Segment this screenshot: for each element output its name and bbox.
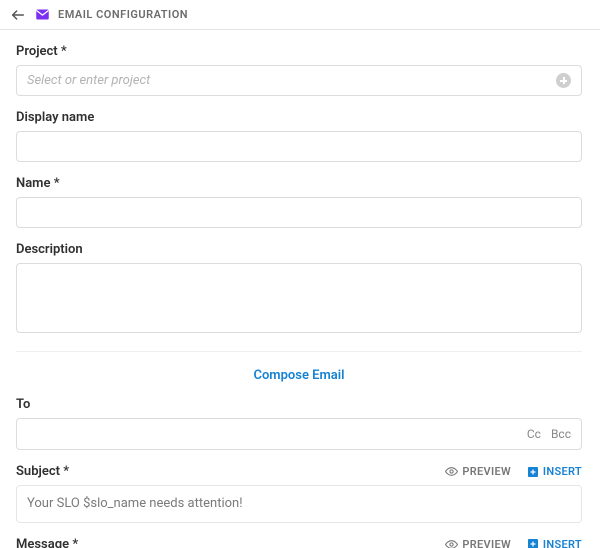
display-name-input[interactable] bbox=[16, 131, 582, 162]
name-input[interactable] bbox=[16, 197, 582, 228]
plus-circle-icon[interactable] bbox=[556, 73, 571, 88]
subject-field: Subject * PREVIEW INSERT bbox=[16, 464, 582, 523]
header-bar: EMAIL CONFIGURATION bbox=[0, 0, 600, 30]
to-field: To Cc Bcc bbox=[16, 397, 582, 450]
page-title: EMAIL CONFIGURATION bbox=[58, 8, 188, 21]
subject-insert-button[interactable]: INSERT bbox=[527, 465, 582, 478]
project-select[interactable]: Select or enter project bbox=[16, 65, 582, 96]
back-arrow-icon[interactable] bbox=[10, 7, 26, 23]
subject-preview-button[interactable]: PREVIEW bbox=[445, 465, 511, 478]
message-field: Message * PREVIEW INSERT bbox=[16, 537, 582, 548]
eye-icon bbox=[445, 538, 458, 548]
message-label: Message * bbox=[16, 537, 78, 548]
project-placeholder: Select or enter project bbox=[27, 73, 150, 88]
message-insert-button[interactable]: INSERT bbox=[527, 538, 582, 548]
plus-square-icon bbox=[527, 538, 539, 548]
display-name-field: Display name bbox=[16, 110, 582, 162]
description-label: Description bbox=[16, 242, 582, 257]
eye-icon bbox=[445, 465, 458, 478]
bcc-link[interactable]: Bcc bbox=[551, 427, 571, 441]
name-field: Name * bbox=[16, 176, 582, 228]
email-envelope-icon bbox=[34, 7, 50, 23]
to-input[interactable]: Cc Bcc bbox=[16, 418, 582, 450]
subject-input[interactable]: Your SLO $slo_name needs attention! bbox=[16, 485, 582, 523]
email-config-form: Project * Select or enter project Displa… bbox=[0, 30, 598, 548]
compose-email-heading: Compose Email bbox=[16, 352, 582, 397]
plus-square-icon bbox=[527, 466, 539, 478]
project-label: Project * bbox=[16, 44, 582, 59]
project-field: Project * Select or enter project bbox=[16, 44, 582, 96]
to-label: To bbox=[16, 397, 582, 412]
subject-label: Subject * bbox=[16, 464, 69, 479]
description-input[interactable] bbox=[16, 263, 582, 333]
name-label: Name * bbox=[16, 176, 582, 191]
cc-link[interactable]: Cc bbox=[527, 427, 541, 441]
form-scroll-area[interactable]: Project * Select or enter project Displa… bbox=[0, 30, 600, 548]
description-field: Description bbox=[16, 242, 582, 337]
display-name-label: Display name bbox=[16, 110, 582, 125]
message-preview-button[interactable]: PREVIEW bbox=[445, 538, 511, 548]
